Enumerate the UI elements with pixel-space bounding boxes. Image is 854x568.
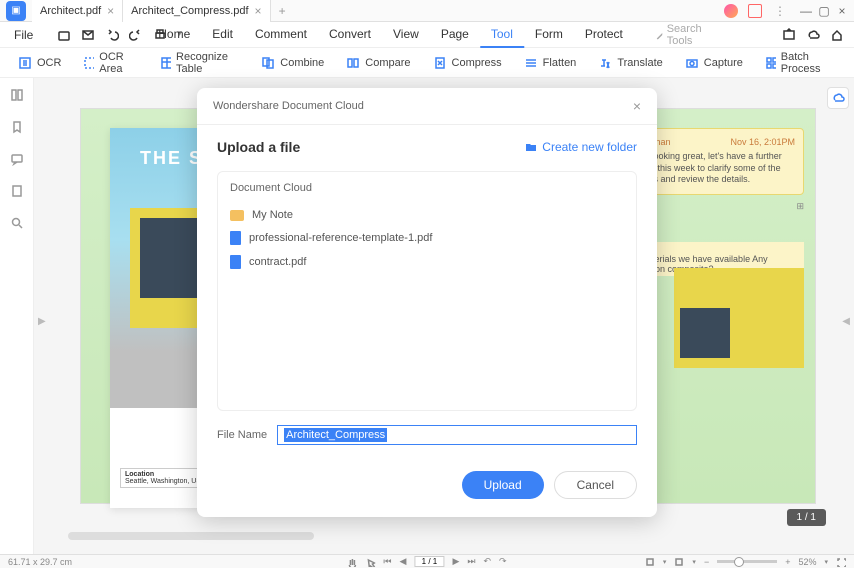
maximize-button[interactable]: ▢ [816, 3, 832, 19]
menu-protect[interactable]: Protect [574, 22, 634, 48]
compare-icon [346, 56, 360, 70]
close-icon[interactable]: × [633, 98, 641, 114]
table-icon [160, 56, 171, 70]
menu-page[interactable]: Page [430, 22, 480, 48]
upload-dialog: Wondershare Document Cloud × Upload a fi… [197, 88, 657, 517]
redo-icon[interactable] [129, 28, 143, 42]
toolbar: OCR OCR Area Recognize Table Combine Com… [0, 48, 854, 78]
hand-tool-icon[interactable] [347, 557, 357, 567]
zoom-value: 52% [798, 557, 816, 567]
compress-icon [433, 56, 447, 70]
more-icon[interactable]: ⋮ [774, 4, 786, 18]
flatten-icon [524, 56, 538, 70]
dialog-header-text: Wondershare Document Cloud [213, 100, 364, 112]
app-icon: ▣ [6, 1, 26, 21]
prev-page-icon[interactable]: ◀ [400, 556, 407, 567]
home-icon[interactable] [830, 28, 844, 42]
menu-edit[interactable]: Edit [201, 22, 244, 48]
new-folder-icon [524, 140, 538, 154]
dialog-title: Upload a file [217, 139, 300, 155]
capture-icon [685, 56, 699, 70]
zoom-out-button[interactable]: − [704, 557, 709, 567]
tool-flatten[interactable]: Flatten [516, 53, 585, 73]
add-tab-button[interactable]: + [271, 4, 294, 18]
tab-label: Architect_Compress.pdf [131, 5, 248, 17]
share-icon[interactable] [782, 28, 796, 42]
tab-1[interactable]: Architect_Compress.pdf × [123, 0, 270, 22]
mail-icon[interactable] [81, 28, 95, 42]
menu-comment[interactable]: Comment [244, 22, 318, 48]
open-icon[interactable] [57, 28, 71, 42]
batch-icon [765, 56, 776, 70]
search-tools[interactable]: Search Tools [654, 22, 707, 48]
list-item[interactable]: professional-reference-template-1.pdf [230, 226, 624, 250]
statusbar: 61.71 x 29.7 cm ⏮ ◀ ▶ ⏭ ↶ ↷ ▾ ▾ − + 52%▾ [0, 554, 854, 568]
wand-icon [654, 28, 663, 42]
minimize-button[interactable]: — [798, 3, 814, 19]
menu-form[interactable]: Form [524, 22, 574, 48]
fullscreen-icon[interactable] [836, 557, 846, 567]
dialog-header: Wondershare Document Cloud × [197, 88, 657, 125]
select-tool-icon[interactable] [365, 557, 375, 567]
folder-browser: Document Cloud My Note professional-refe… [217, 171, 637, 411]
tool-recognize-table[interactable]: Recognize Table [152, 48, 247, 78]
first-page-icon[interactable]: ⏮ [383, 556, 391, 567]
last-page-icon[interactable]: ⏭ [467, 556, 475, 567]
dialog-overlay: Wondershare Document Cloud × Upload a fi… [0, 78, 854, 554]
translate-icon [598, 56, 612, 70]
zoom-in-button[interactable]: + [785, 557, 790, 567]
close-icon[interactable]: × [107, 4, 114, 18]
tool-combine[interactable]: Combine [253, 53, 332, 73]
cloud-icon[interactable] [806, 28, 820, 42]
tool-capture[interactable]: Capture [677, 53, 751, 73]
cancel-button[interactable]: Cancel [554, 471, 637, 499]
list-item[interactable]: contract.pdf [230, 250, 624, 274]
file-icon [230, 255, 241, 269]
folder-icon [230, 210, 244, 221]
upload-button[interactable]: Upload [462, 471, 544, 499]
zoom-slider[interactable] [717, 560, 777, 563]
tool-compare[interactable]: Compare [338, 53, 418, 73]
menu-convert[interactable]: Convert [318, 22, 382, 48]
filename-input[interactable]: Architect_Compress [277, 425, 637, 445]
tool-batch[interactable]: Batch Process [757, 48, 844, 78]
file-icon [230, 231, 241, 245]
nav-back-icon[interactable]: ↶ [483, 556, 491, 567]
main-menu: Home Edit Comment Convert View Page Tool… [147, 22, 706, 48]
dimensions-label: 61.71 x 29.7 cm [8, 557, 72, 567]
menubar: File ▾ Home Edit Comment Convert View Pa… [0, 22, 854, 48]
menu-tool[interactable]: Tool [480, 22, 524, 48]
page-input[interactable] [414, 556, 444, 567]
notification-icon[interactable] [748, 4, 762, 18]
filename-label: File Name [217, 429, 267, 441]
undo-icon[interactable] [105, 28, 119, 42]
file-menu[interactable]: File [10, 28, 37, 42]
tab-0[interactable]: Architect.pdf × [32, 0, 123, 22]
tool-ocr-area[interactable]: OCR Area [75, 48, 146, 78]
nav-forward-icon[interactable]: ↷ [499, 556, 507, 567]
tool-translate[interactable]: Translate [590, 53, 670, 73]
create-folder-button[interactable]: Create new folder [524, 140, 637, 154]
titlebar: ▣ Architect.pdf × Architect_Compress.pdf… [0, 0, 854, 22]
breadcrumb[interactable]: Document Cloud [230, 182, 624, 194]
ocr-area-icon [83, 56, 94, 70]
menu-home[interactable]: Home [147, 22, 201, 48]
close-icon[interactable]: × [255, 4, 262, 18]
tab-label: Architect.pdf [40, 5, 101, 17]
view-mode-icon[interactable] [674, 557, 684, 567]
tool-ocr[interactable]: OCR [10, 53, 69, 73]
fit-page-icon[interactable] [645, 557, 655, 567]
close-window-button[interactable]: × [834, 3, 850, 19]
ocr-icon [18, 56, 32, 70]
next-page-icon[interactable]: ▶ [452, 556, 459, 567]
tool-compress[interactable]: Compress [425, 53, 510, 73]
combine-icon [261, 56, 275, 70]
avatar[interactable] [724, 4, 738, 18]
menu-view[interactable]: View [382, 22, 430, 48]
list-item[interactable]: My Note [230, 204, 624, 226]
